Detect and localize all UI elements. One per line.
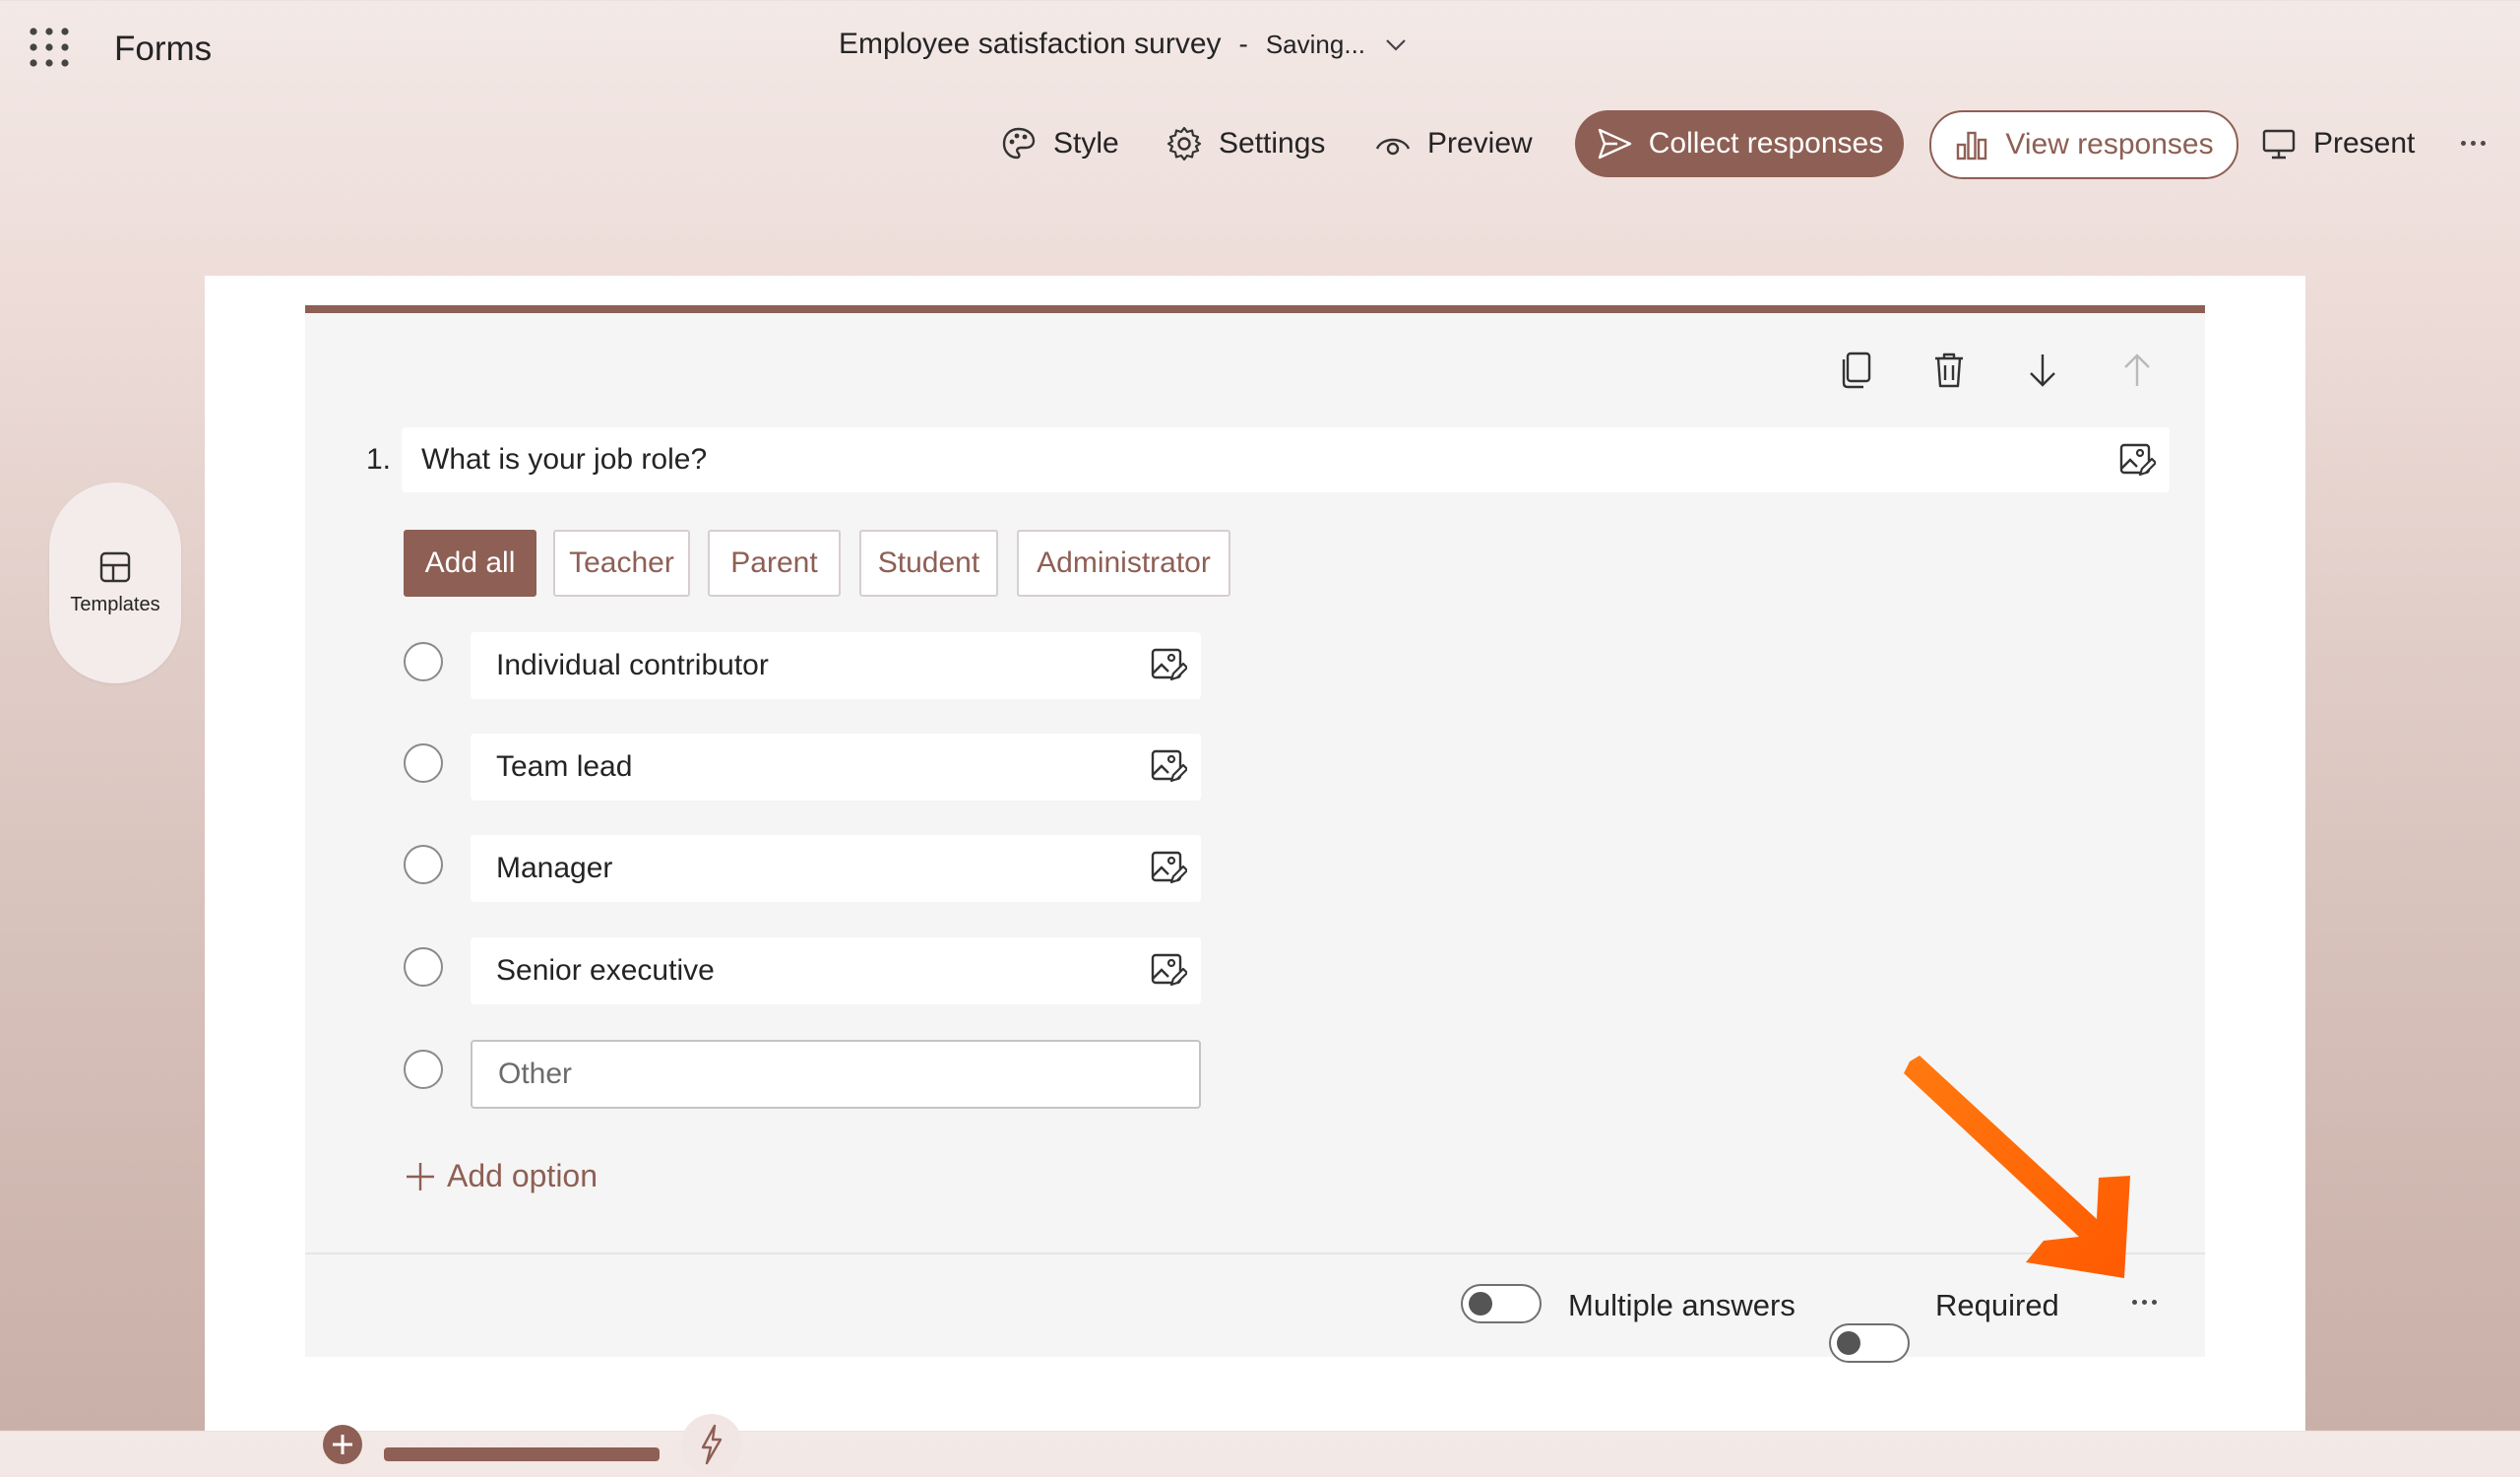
present-button[interactable]: Present [2260,108,2415,179]
option-text: Team lead [496,750,633,783]
style-button[interactable]: Style [1000,108,1119,179]
suggestion-chip-administrator[interactable]: Administrator [1017,530,1230,597]
annotation-arrow [1890,1054,2146,1290]
more-icon[interactable] [2461,141,2486,146]
title-separator: - [1238,29,1248,59]
eye-icon [1374,125,1412,162]
settings-button[interactable]: Settings [1166,108,1325,179]
other-option-placeholder: Other [498,1058,573,1090]
palette-icon [1000,125,1038,162]
more-icon[interactable] [2132,1300,2157,1305]
option-radio[interactable] [404,845,443,884]
add-all-button[interactable]: Add all [404,530,536,597]
image-edit-icon[interactable] [1150,951,1187,989]
option-text: Manager [496,852,613,884]
arrow-up-icon[interactable] [2120,351,2154,390]
insert-question-row[interactable] [321,1412,744,1477]
question-title-text: What is your job role? [421,443,708,476]
send-icon [1596,125,1633,162]
multiple-answers-label: Multiple answers [1568,1288,1796,1322]
arrow-down-icon[interactable] [2026,351,2059,390]
trash-icon[interactable] [1931,351,1967,390]
image-edit-icon[interactable] [1150,646,1187,683]
present-label: Present [2313,127,2416,160]
chevron-down-icon[interactable] [1383,32,1409,57]
preview-label: Preview [1427,127,1533,160]
option-input[interactable]: Individual contributor [471,632,1201,699]
plus-icon [404,1160,437,1193]
form-title-area[interactable]: Employee satisfaction survey - Saving... [839,28,1409,61]
templates-button[interactable]: Templates [49,482,181,683]
option-input[interactable]: Senior executive [471,937,1201,1004]
collect-responses-label: Collect responses [1648,127,1884,160]
preview-button[interactable]: Preview [1374,108,1533,179]
option-radio[interactable] [404,947,443,987]
other-option-input[interactable]: Other [471,1040,1201,1109]
option-input[interactable]: Manager [471,835,1201,902]
waffle-icon[interactable] [28,26,71,69]
style-label: Style [1053,127,1119,160]
collect-responses-button[interactable]: Collect responses [1575,110,1904,177]
image-edit-icon[interactable] [1150,849,1187,886]
form-title[interactable]: Employee satisfaction survey [839,28,1222,61]
option-radio[interactable] [404,743,443,783]
suggestion-chip-parent[interactable]: Parent [708,530,841,597]
bar-chart-icon [1954,127,1989,162]
add-option-button[interactable]: Add option [404,1158,598,1194]
option-radio[interactable] [404,1050,443,1089]
view-responses-label: View responses [2005,128,2214,161]
app-name[interactable]: Forms [114,30,212,69]
suggestion-chip-student[interactable]: Student [859,530,998,597]
option-radio[interactable] [404,642,443,681]
templates-label: Templates [70,593,160,615]
monitor-icon [2260,125,2298,162]
templates-icon [98,550,132,584]
required-label: Required [1935,1288,2059,1322]
settings-label: Settings [1219,127,1326,160]
option-text: Individual contributor [496,649,769,681]
insert-question-label [384,1447,660,1461]
image-edit-icon[interactable] [1150,747,1187,785]
option-text: Senior executive [496,954,715,987]
plus-circle-icon[interactable] [321,1423,364,1466]
required-toggle[interactable] [1829,1323,1910,1363]
gear-icon [1166,125,1203,162]
option-input[interactable]: Team lead [471,734,1201,801]
suggestion-chip-teacher[interactable]: Teacher [553,530,690,597]
multiple-answers-toggle[interactable] [1461,1284,1542,1323]
image-edit-icon[interactable] [2118,441,2156,479]
question-number: 1. [366,443,392,476]
lightning-icon[interactable] [679,1412,744,1477]
copy-icon[interactable] [1839,351,1874,390]
add-option-label: Add option [447,1158,598,1193]
question-title-input[interactable]: What is your job role? [402,427,2170,492]
save-status: Saving... [1265,29,1366,59]
view-responses-button[interactable]: View responses [1929,110,2238,179]
